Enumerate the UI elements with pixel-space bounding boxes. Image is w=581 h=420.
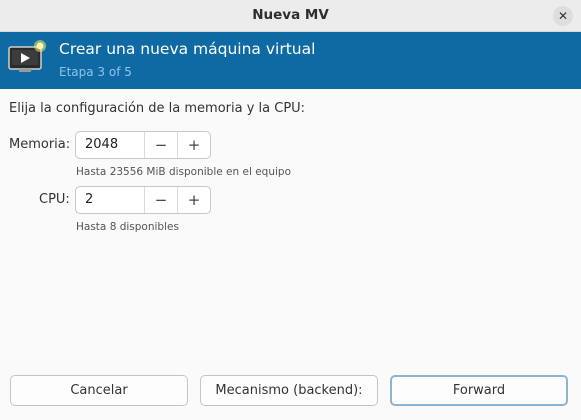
memory-increment-button[interactable]: + (177, 132, 210, 158)
memory-input[interactable]: 2048 (76, 132, 144, 158)
memory-spinbox: 2048 − + (75, 131, 211, 159)
backend-button[interactable]: Mecanismo (backend): (200, 375, 378, 406)
cpu-label: CPU: (39, 192, 70, 207)
close-icon: ✕ (557, 9, 569, 23)
cancel-button[interactable]: Cancelar (10, 375, 188, 406)
wizard-heading: Crear una nueva máquina virtual (59, 40, 316, 58)
window-titlebar: Nueva MV ✕ (0, 0, 581, 32)
cpu-decrement-button[interactable]: − (144, 187, 177, 213)
wizard-step: Etapa 3 of 5 (59, 65, 132, 79)
memory-decrement-button[interactable]: − (144, 132, 177, 158)
cpu-input[interactable]: 2 (76, 187, 144, 213)
cpu-hint: Hasta 8 disponibles (76, 221, 179, 233)
forward-button[interactable]: Forward (390, 375, 568, 406)
cpu-spinbox: 2 − + (75, 186, 211, 214)
close-button[interactable]: ✕ (553, 6, 573, 26)
instructions-text: Elija la configuración de la memoria y l… (9, 101, 306, 116)
wizard-banner: Crear una nueva máquina virtual Etapa 3 … (0, 32, 581, 89)
cpu-increment-button[interactable]: + (177, 187, 210, 213)
window-title: Nueva MV (252, 7, 329, 23)
memory-label: Memoria: (9, 137, 71, 152)
new-vm-icon (8, 40, 46, 72)
memory-hint: Hasta 23556 MiB disponible en el equipo (76, 166, 291, 178)
